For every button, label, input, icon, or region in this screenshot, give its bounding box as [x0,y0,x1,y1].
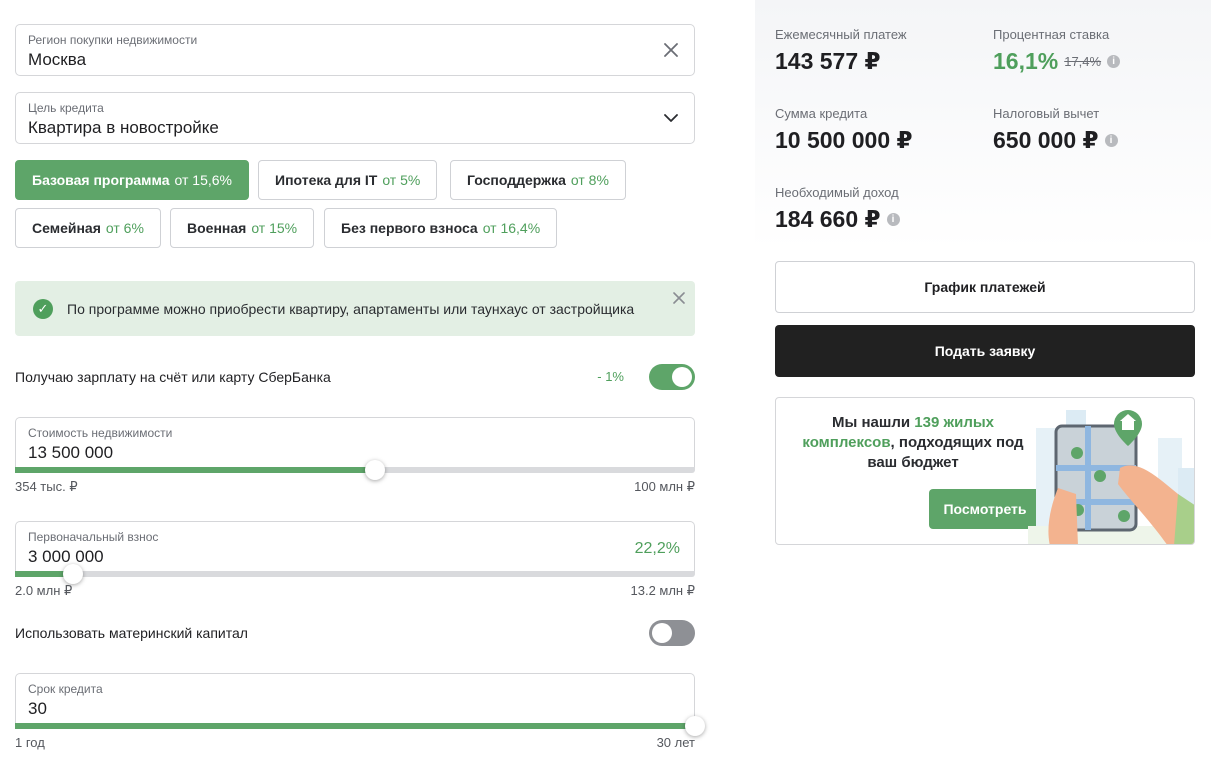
info-icon[interactable]: i [886,213,900,226]
down-payment-max: 13.2 млн ₽ [630,583,696,598]
program-name: Господдержка [467,172,566,188]
check-icon: ✓ [33,299,53,319]
info-icon[interactable]: i [1104,134,1118,147]
view-complexes-button[interactable]: Посмотреть [929,489,1041,529]
term-slider[interactable] [15,716,705,736]
monthly-payment-value: 143 577 ₽ [775,48,881,74]
region-field[interactable]: Регион покупки недвижимости Москва [15,24,695,76]
region-label: Регион покупки недвижимости [28,33,198,47]
tax-deduction-value: 650 000 ₽ [993,127,1099,153]
toggle-knob [672,367,692,387]
slider-thumb[interactable] [685,716,705,736]
salary-label: Получаю зарплату на счёт или карту СберБ… [15,369,331,385]
program-name: Семейная [32,220,101,236]
required-income-value: 184 660 ₽ [775,206,881,232]
term-max: 30 лет [656,735,695,750]
down-payment-percent: 22,2% [634,540,680,557]
tax-deduction-label: Налоговый вычет [993,106,1100,121]
down-payment-slider[interactable] [15,564,695,584]
program-chip-base[interactable]: Базовая программа от 15,6% [15,160,249,200]
purpose-select[interactable]: Цель кредита Квартира в новостройке [15,92,695,144]
maternity-row: Использовать материнский капитал [15,620,695,646]
monthly-payment: Ежемесячный платеж 143 577 ₽ [775,27,907,75]
info-icon[interactable]: i [1107,55,1121,68]
slider-fill [15,467,376,473]
program-chip-military[interactable]: Военная от 15% [170,208,315,248]
property-cost-value: 13 500 000 [28,443,114,462]
program-rate: от 16,4% [482,220,541,236]
required-income-label: Необходимый доход [775,185,899,200]
slider-thumb[interactable] [365,460,386,480]
down-payment-field[interactable]: Первоначальный взнос 3 000 000 22,2% [15,521,695,573]
program-chip-no-down-payment[interactable]: Без первого взноса от 16,4% [324,208,558,248]
close-icon[interactable] [660,39,682,61]
loan-amount: Сумма кредита 10 500 000 ₽ [775,106,913,154]
program-name: Военная [187,220,247,236]
program-rate: от 15,6% [174,172,232,188]
notice-text: По программе можно приобрести квартиру, … [67,301,635,317]
salary-discount: - 1% [597,369,624,384]
toggle-knob [652,623,672,643]
monthly-payment-label: Ежемесячный платеж [775,27,907,42]
interest-rate-label: Процентная ставка [993,27,1110,42]
close-icon[interactable] [673,287,685,310]
promo-card: Мы нашли 139 жилых комплексов, подходящи… [775,397,1195,545]
maternity-toggle[interactable] [649,620,695,646]
program-rate: от 8% [570,172,609,188]
program-name: Ипотека для IT [275,172,378,188]
property-cost-label: Стоимость недвижимости [28,426,173,440]
promo-text-after: , подходящих под ваш бюджет [867,434,1024,471]
property-cost-slider[interactable] [15,460,695,480]
region-value: Москва [28,50,87,69]
salary-toggle[interactable] [649,364,695,390]
down-payment-value: 3 000 000 [28,547,104,566]
program-rate: от 6% [105,220,144,236]
loan-amount-label: Сумма кредита [775,106,868,121]
slider-thumb[interactable] [62,564,83,584]
property-cost-field[interactable]: Стоимость недвижимости 13 500 000 [15,417,695,469]
payment-schedule-button[interactable]: График платежей [775,261,1195,313]
purpose-value: Квартира в новостройке [28,118,219,137]
promo-text: Мы нашли 139 жилых комплексов, подходящи… [788,413,1038,473]
property-cost-max: 100 млн ₽ [634,479,695,494]
interest-rate-value: 16,1% [993,48,1059,74]
chevron-down-icon[interactable] [660,107,682,129]
program-chip-gov[interactable]: Господдержка от 8% [450,160,626,200]
program-notice: ✓ По программе можно приобрести квартиру… [15,281,695,336]
purpose-label: Цель кредита [28,101,104,115]
apply-button[interactable]: Подать заявку [775,325,1195,377]
program-chip-family[interactable]: Семейная от 6% [15,208,161,248]
down-payment-label: Первоначальный взнос [28,530,159,544]
program-name: Базовая программа [32,172,170,188]
maternity-label: Использовать материнский капитал [15,625,248,641]
term-value: 30 [28,699,47,718]
tax-deduction: Налоговый вычет 650 000 ₽ i [993,106,1118,154]
program-rate: от 5% [382,172,421,188]
salary-row: Получаю зарплату на счёт или карту СберБ… [15,364,695,390]
required-income: Необходимый доход 184 660 ₽ i [775,185,900,233]
loan-amount-value: 10 500 000 ₽ [775,127,913,153]
down-payment-min: 2.0 млн ₽ [15,583,73,598]
term-label: Срок кредита [28,682,103,696]
term-min: 1 год [15,735,45,750]
program-name: Без первого взноса [341,220,478,236]
slider-fill [15,723,695,729]
map-illustration-icon [1028,410,1194,544]
promo-text-before: Мы нашли [831,414,915,431]
term-field[interactable]: Срок кредита 30 [15,673,695,725]
interest-rate: Процентная ставка 16,1% 17,4% i [993,27,1121,75]
program-chip-it[interactable]: Ипотека для IT от 5% [258,160,438,200]
program-rate: от 15% [251,220,298,236]
property-cost-min: 354 тыс. ₽ [15,479,78,494]
summary-panel: Ежемесячный платеж 143 577 ₽ Процентная … [755,0,1211,772]
interest-rate-old: 17,4% [1064,54,1102,69]
